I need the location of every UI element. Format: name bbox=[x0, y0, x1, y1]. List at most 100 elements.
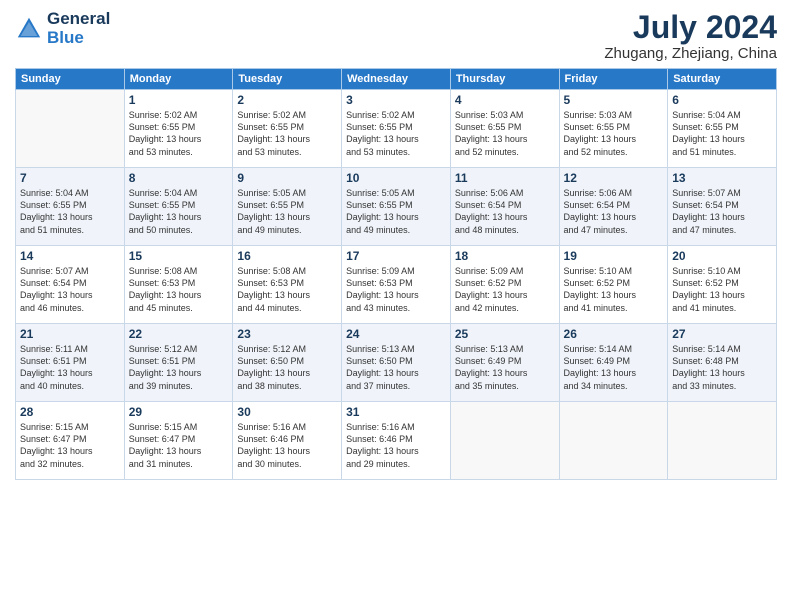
day-info: Sunrise: 5:15 AM Sunset: 6:47 PM Dayligh… bbox=[129, 421, 229, 470]
day-number: 13 bbox=[672, 171, 772, 185]
day-info: Sunrise: 5:04 AM Sunset: 6:55 PM Dayligh… bbox=[672, 109, 772, 158]
day-number: 15 bbox=[129, 249, 229, 263]
day-number: 30 bbox=[237, 405, 337, 419]
calendar-cell: 9Sunrise: 5:05 AM Sunset: 6:55 PM Daylig… bbox=[233, 168, 342, 246]
calendar-table: SundayMondayTuesdayWednesdayThursdayFrid… bbox=[15, 68, 777, 480]
calendar-week-1: 1 Sunrise: 5:02 AM Sunset: 6:55 PM Daylig… bbox=[16, 90, 777, 168]
day-number: 19 bbox=[564, 249, 664, 263]
day-info: Sunrise: 5:07 AM Sunset: 6:54 PM Dayligh… bbox=[672, 187, 772, 236]
day-number: 5 bbox=[564, 93, 664, 107]
day-info: Sunrise: 5:06 AM Sunset: 6:54 PM Dayligh… bbox=[564, 187, 664, 236]
day-number: 3 bbox=[346, 93, 446, 107]
calendar-cell: 29Sunrise: 5:15 AM Sunset: 6:47 PM Dayli… bbox=[124, 402, 233, 480]
day-info: Sunrise: 5:09 AM Sunset: 6:52 PM Dayligh… bbox=[455, 265, 555, 314]
calendar-cell: 7Sunrise: 5:04 AM Sunset: 6:55 PM Daylig… bbox=[16, 168, 125, 246]
day-info: Sunrise: 5:03 AM Sunset: 6:55 PM Dayligh… bbox=[455, 109, 555, 158]
weekday-header-saturday: Saturday bbox=[668, 69, 777, 90]
calendar-cell: 14 Sunrise: 5:07 AM Sunset: 6:54 PM Dayli… bbox=[16, 246, 125, 324]
day-info: Sunrise: 5:05 AM Sunset: 6:55 PM Dayligh… bbox=[346, 187, 446, 236]
calendar-week-3: 14 Sunrise: 5:07 AM Sunset: 6:54 PM Dayli… bbox=[16, 246, 777, 324]
calendar-cell bbox=[450, 402, 559, 480]
day-number: 27 bbox=[672, 327, 772, 341]
calendar-cell: 12 Sunrise: 5:06 AM Sunset: 6:54 PM Dayli… bbox=[559, 168, 668, 246]
day-number: 2 bbox=[237, 93, 337, 107]
weekday-header-friday: Friday bbox=[559, 69, 668, 90]
day-number: 18 bbox=[455, 249, 555, 263]
calendar-body: 1 Sunrise: 5:02 AM Sunset: 6:55 PM Daylig… bbox=[16, 90, 777, 480]
calendar-cell: 8 Sunrise: 5:04 AM Sunset: 6:55 PM Daylig… bbox=[124, 168, 233, 246]
calendar-week-5: 28 Sunrise: 5:15 AM Sunset: 6:47 PM Dayli… bbox=[16, 402, 777, 480]
day-info: Sunrise: 5:06 AM Sunset: 6:54 PM Dayligh… bbox=[455, 187, 555, 236]
day-number: 25 bbox=[455, 327, 555, 341]
calendar-cell: 21 Sunrise: 5:11 AM Sunset: 6:51 PM Dayli… bbox=[16, 324, 125, 402]
calendar-week-4: 21 Sunrise: 5:11 AM Sunset: 6:51 PM Dayli… bbox=[16, 324, 777, 402]
weekday-header-monday: Monday bbox=[124, 69, 233, 90]
calendar-cell: 11 Sunrise: 5:06 AM Sunset: 6:54 PM Dayli… bbox=[450, 168, 559, 246]
day-number: 31 bbox=[346, 405, 446, 419]
calendar-cell: 27 Sunrise: 5:14 AM Sunset: 6:48 PM Dayli… bbox=[668, 324, 777, 402]
calendar-cell: 2 Sunrise: 5:02 AM Sunset: 6:55 PM Daylig… bbox=[233, 90, 342, 168]
day-info: Sunrise: 5:02 AM Sunset: 6:55 PM Dayligh… bbox=[237, 109, 337, 158]
calendar-cell: 30 Sunrise: 5:16 AM Sunset: 6:46 PM Dayli… bbox=[233, 402, 342, 480]
calendar-cell: 17 Sunrise: 5:09 AM Sunset: 6:53 PM Dayli… bbox=[342, 246, 451, 324]
day-info: Sunrise: 5:08 AM Sunset: 6:53 PM Dayligh… bbox=[237, 265, 337, 314]
day-info: Sunrise: 5:02 AM Sunset: 6:55 PM Dayligh… bbox=[129, 109, 229, 158]
day-number: 17 bbox=[346, 249, 446, 263]
logo-text: General Blue bbox=[47, 10, 110, 47]
day-info: Sunrise: 5:05 AM Sunset: 6:55 PM Dayligh… bbox=[237, 187, 337, 236]
day-number: 21 bbox=[20, 327, 120, 341]
day-number: 26 bbox=[564, 327, 664, 341]
day-info: Sunrise: 5:09 AM Sunset: 6:53 PM Dayligh… bbox=[346, 265, 446, 314]
day-info: Sunrise: 5:08 AM Sunset: 6:53 PM Dayligh… bbox=[129, 265, 229, 314]
day-number: 6 bbox=[672, 93, 772, 107]
header: General Blue July 2024 Zhugang, Zhejiang… bbox=[15, 10, 777, 62]
day-info: Sunrise: 5:14 AM Sunset: 6:48 PM Dayligh… bbox=[672, 343, 772, 392]
calendar-cell: 19Sunrise: 5:10 AM Sunset: 6:52 PM Dayli… bbox=[559, 246, 668, 324]
calendar-cell: 22Sunrise: 5:12 AM Sunset: 6:51 PM Dayli… bbox=[124, 324, 233, 402]
day-number: 4 bbox=[455, 93, 555, 107]
day-number: 16 bbox=[237, 249, 337, 263]
title-block: July 2024 Zhugang, Zhejiang, China bbox=[604, 10, 777, 62]
calendar-cell bbox=[559, 402, 668, 480]
day-number: 20 bbox=[672, 249, 772, 263]
calendar-cell: 13 Sunrise: 5:07 AM Sunset: 6:54 PM Dayli… bbox=[668, 168, 777, 246]
calendar-cell: 23Sunrise: 5:12 AM Sunset: 6:50 PM Dayli… bbox=[233, 324, 342, 402]
day-info: Sunrise: 5:13 AM Sunset: 6:49 PM Dayligh… bbox=[455, 343, 555, 392]
day-info: Sunrise: 5:04 AM Sunset: 6:55 PM Dayligh… bbox=[20, 187, 120, 236]
calendar-cell: 31Sunrise: 5:16 AM Sunset: 6:46 PM Dayli… bbox=[342, 402, 451, 480]
day-number: 8 bbox=[129, 171, 229, 185]
day-number: 1 bbox=[129, 93, 229, 107]
day-info: Sunrise: 5:07 AM Sunset: 6:54 PM Dayligh… bbox=[20, 265, 120, 314]
calendar-cell: 25 Sunrise: 5:13 AM Sunset: 6:49 PM Dayli… bbox=[450, 324, 559, 402]
logo: General Blue bbox=[15, 10, 110, 47]
calendar-cell: 24Sunrise: 5:13 AM Sunset: 6:50 PM Dayli… bbox=[342, 324, 451, 402]
day-info: Sunrise: 5:02 AM Sunset: 6:55 PM Dayligh… bbox=[346, 109, 446, 158]
day-number: 11 bbox=[455, 171, 555, 185]
day-info: Sunrise: 5:16 AM Sunset: 6:46 PM Dayligh… bbox=[237, 421, 337, 470]
day-info: Sunrise: 5:11 AM Sunset: 6:51 PM Dayligh… bbox=[20, 343, 120, 392]
calendar-cell bbox=[16, 90, 125, 168]
day-info: Sunrise: 5:03 AM Sunset: 6:55 PM Dayligh… bbox=[564, 109, 664, 158]
calendar-cell: 28 Sunrise: 5:15 AM Sunset: 6:47 PM Dayli… bbox=[16, 402, 125, 480]
calendar-cell: 26Sunrise: 5:14 AM Sunset: 6:49 PM Dayli… bbox=[559, 324, 668, 402]
logo-icon bbox=[15, 15, 43, 43]
logo-blue: Blue bbox=[47, 28, 84, 47]
day-number: 14 bbox=[20, 249, 120, 263]
calendar-cell: 6 Sunrise: 5:04 AM Sunset: 6:55 PM Daylig… bbox=[668, 90, 777, 168]
location: Zhugang, Zhejiang, China bbox=[604, 45, 777, 62]
day-number: 10 bbox=[346, 171, 446, 185]
day-info: Sunrise: 5:12 AM Sunset: 6:50 PM Dayligh… bbox=[237, 343, 337, 392]
day-number: 12 bbox=[564, 171, 664, 185]
logo-general: General bbox=[47, 9, 110, 28]
day-info: Sunrise: 5:12 AM Sunset: 6:51 PM Dayligh… bbox=[129, 343, 229, 392]
weekday-header-tuesday: Tuesday bbox=[233, 69, 342, 90]
weekday-header-wednesday: Wednesday bbox=[342, 69, 451, 90]
calendar-cell: 15 Sunrise: 5:08 AM Sunset: 6:53 PM Dayli… bbox=[124, 246, 233, 324]
day-number: 28 bbox=[20, 405, 120, 419]
day-info: Sunrise: 5:04 AM Sunset: 6:55 PM Dayligh… bbox=[129, 187, 229, 236]
day-info: Sunrise: 5:13 AM Sunset: 6:50 PM Dayligh… bbox=[346, 343, 446, 392]
weekday-header-thursday: Thursday bbox=[450, 69, 559, 90]
day-info: Sunrise: 5:15 AM Sunset: 6:47 PM Dayligh… bbox=[20, 421, 120, 470]
weekday-header-sunday: Sunday bbox=[16, 69, 125, 90]
calendar-cell: 10 Sunrise: 5:05 AM Sunset: 6:55 PM Dayli… bbox=[342, 168, 451, 246]
